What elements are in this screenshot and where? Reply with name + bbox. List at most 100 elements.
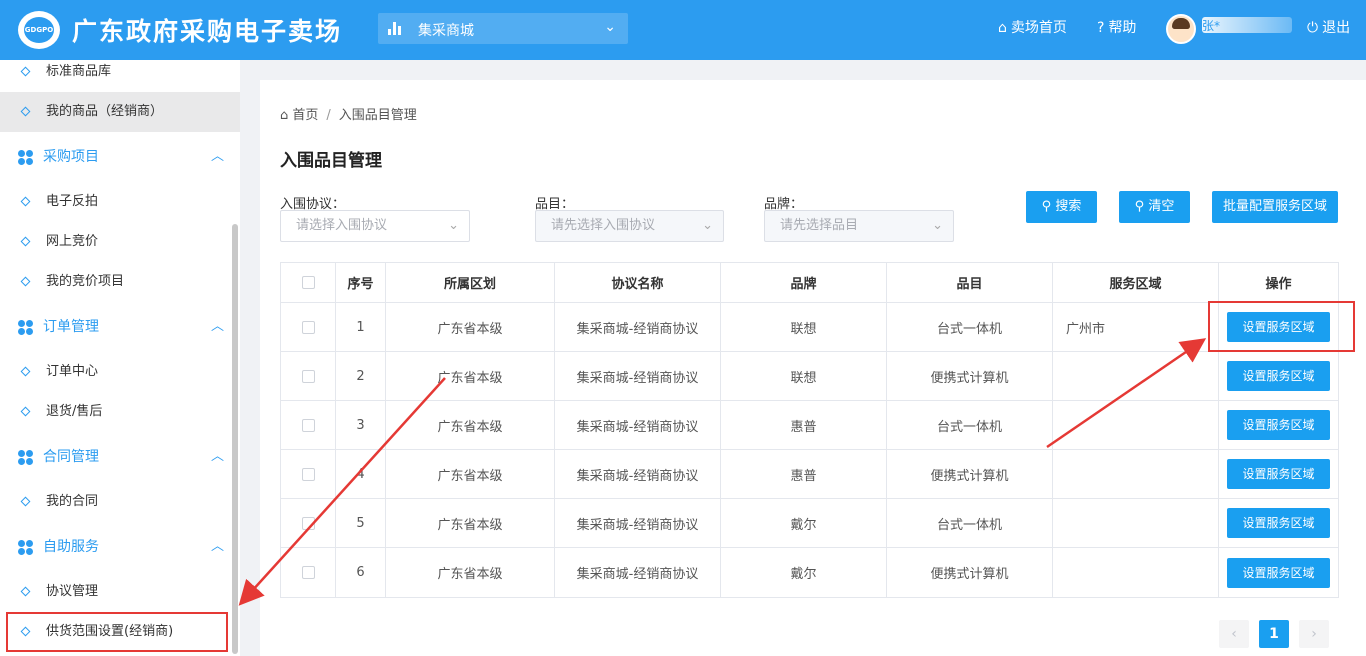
row-checkbox[interactable] — [301, 516, 315, 530]
row-checkbox[interactable] — [301, 320, 315, 334]
sidebar-item-label: 协议管理 — [46, 584, 99, 599]
sidebar-group-self-service[interactable]: 自助服务 ︿ — [0, 527, 240, 567]
category-select[interactable]: 请先选择入围协议 ⌄ — [535, 210, 724, 242]
table-cell-service — [1053, 401, 1219, 449]
mall-select[interactable]: 集采商城 ⌄ — [378, 13, 628, 44]
sidebar-item-order-center[interactable]: 订单中心 — [0, 352, 240, 392]
table-cell-category: 便携式计算机 — [887, 548, 1053, 597]
search-button[interactable]: ⚲ 搜索 — [1026, 191, 1097, 223]
table-cell-category: 便携式计算机 — [887, 352, 1053, 400]
set-service-area-button[interactable]: 设置服务区域 — [1227, 557, 1330, 588]
table-row: 5 广东省本级 集采商城-经销商协议 戴尔 台式一体机 设置服务区域 — [281, 499, 1338, 548]
diamond-icon — [20, 626, 31, 637]
help-icon: ? — [1097, 20, 1105, 36]
sidebar-item-label: 订单中心 — [46, 364, 99, 379]
table-cell-region: 广东省本级 — [386, 401, 555, 449]
clover-icon — [18, 450, 34, 466]
row-checkbox[interactable] — [301, 566, 315, 579]
breadcrumb: ⌂ 首页 / 入围品目管理 — [280, 104, 417, 123]
chevron-down-icon: ⌄ — [604, 19, 616, 35]
prev-page-button[interactable]: ‹ — [1219, 620, 1249, 648]
home-icon: ⌂ — [998, 20, 1007, 36]
diamond-icon — [20, 406, 31, 417]
sidebar-group-label: 合同管理 — [43, 449, 99, 465]
sidebar-item-label: 网上竞价 — [46, 234, 99, 249]
row-checkbox[interactable] — [301, 418, 315, 432]
row-checkbox[interactable] — [301, 369, 315, 383]
table-header: 操作 — [1265, 277, 1292, 292]
set-service-area-button[interactable]: 设置服务区域 — [1227, 459, 1330, 489]
table-body: 1 广东省本级 集采商城-经销商协议 联想 台式一体机 广州市 设置服务区域 2 广东省本级 集采… — [281, 303, 1338, 597]
home-link[interactable]: ⌂ 卖场首页 — [998, 17, 1067, 37]
set-service-area-button[interactable]: 设置服务区域 — [1227, 410, 1330, 440]
help-link[interactable]: ? 帮助 — [1097, 17, 1136, 37]
sidebar-item-my-contract[interactable]: 我的合同 — [0, 482, 240, 522]
table-cell-category: 台式一体机 — [887, 303, 1053, 351]
table-row: 3 广东省本级 集采商城-经销商协议 惠普 台式一体机 设置服务区域 — [281, 401, 1338, 450]
sidebar-group-purchase[interactable]: 采购项目 ︿ — [0, 137, 240, 177]
table-header-row: 序号 所属区划 协议名称 品牌 品目 服务区域 操作 — [281, 263, 1338, 303]
power-icon: ⏻ — [1307, 20, 1319, 36]
bar-chart-icon — [388, 22, 402, 35]
table-cell-agreement: 集采商城-经销商协议 — [555, 303, 721, 351]
sidebar-item-standard[interactable]: 标准商品库 — [0, 60, 240, 92]
set-service-area-button[interactable]: 设置服务区域 — [1227, 508, 1330, 538]
sidebar-item-online-bid[interactable]: 网上竞价 — [0, 222, 240, 262]
sidebar-scrollbar[interactable] — [232, 224, 238, 654]
table-header: 所属区划 — [386, 263, 555, 302]
row-checkbox-cell — [281, 499, 336, 547]
table-cell-no: 1 — [336, 303, 386, 351]
home-label: 卖场首页 — [1010, 20, 1067, 36]
sidebar-item-label: 我的竞价项目 — [46, 274, 125, 289]
site-title: 广东政府采购电子卖场 — [72, 17, 343, 46]
username[interactable]: 张* — [1202, 17, 1292, 33]
search-icon: ⚲ — [1041, 199, 1056, 214]
action-cell: 设置服务区域 — [1219, 548, 1338, 597]
page-title: 入围品目管理 — [280, 151, 382, 171]
sidebar-item-my-goods[interactable]: 我的商品（经销商） — [0, 92, 240, 132]
table-cell-region: 广东省本级 — [386, 303, 555, 351]
table-header: 服务区域 — [1053, 263, 1219, 302]
clear-button[interactable]: ⚲ 清空 — [1119, 191, 1190, 223]
logout-button[interactable]: ⏻ 退出 — [1307, 17, 1350, 37]
logo[interactable]: GDGPO — [18, 11, 60, 49]
next-page-button[interactable]: › — [1299, 620, 1329, 648]
diamond-icon — [20, 366, 31, 377]
avatar[interactable] — [1166, 14, 1196, 44]
sidebar-group-label: 自助服务 — [43, 539, 99, 555]
table-cell-region: 广东省本级 — [386, 499, 555, 547]
diamond-icon — [20, 106, 31, 117]
header-checkbox-cell — [281, 263, 336, 302]
table-cell-category: 台式一体机 — [887, 499, 1053, 547]
table-cell-region: 广东省本级 — [386, 450, 555, 498]
select-all-checkbox[interactable] — [301, 276, 315, 289]
table-cell-service — [1053, 450, 1219, 498]
brand-select[interactable]: 请先选择品目 ⌄ — [764, 210, 954, 242]
set-service-area-button[interactable]: 设置服务区域 — [1227, 361, 1330, 391]
sidebar-item-return[interactable]: 退货/售后 — [0, 392, 240, 432]
sidebar-item-reverse-auction[interactable]: 电子反拍 — [0, 182, 240, 222]
page-1-button[interactable]: 1 — [1259, 620, 1289, 648]
agreement-select[interactable]: 请选择入围协议 ⌄ — [280, 210, 470, 242]
sidebar-group-orders[interactable]: 订单管理 ︿ — [0, 307, 240, 347]
search-icon: ⚲ — [1134, 199, 1149, 214]
table-cell-category: 台式一体机 — [887, 401, 1053, 449]
table-cell-agreement: 集采商城-经销商协议 — [555, 401, 721, 449]
table-header: 品牌 — [721, 263, 887, 302]
table-cell-brand: 戴尔 — [721, 548, 887, 597]
diamond-icon — [20, 196, 31, 207]
table-cell-brand: 惠普 — [721, 450, 887, 498]
table-row: 2 广东省本级 集采商城-经销商协议 联想 便携式计算机 设置服务区域 — [281, 352, 1338, 401]
sidebar: 标准商品库 我的商品（经销商） 采购项目 ︿ 电子反拍 网上竞价 我的竞价项目 … — [0, 60, 240, 656]
sidebar-group-contract[interactable]: 合同管理 ︿ — [0, 437, 240, 477]
diamond-icon — [20, 276, 31, 287]
sidebar-item-agreement[interactable]: 协议管理 — [0, 572, 240, 612]
table-cell-service — [1053, 499, 1219, 547]
sidebar-item-my-bid[interactable]: 我的竞价项目 — [0, 262, 240, 302]
row-checkbox[interactable] — [301, 467, 315, 481]
batch-config-button[interactable]: 批量配置服务区域 — [1212, 191, 1338, 223]
breadcrumb-home[interactable]: 首页 — [292, 108, 318, 123]
table-row: 6 广东省本级 集采商城-经销商协议 戴尔 便携式计算机 设置服务区域 — [281, 548, 1338, 597]
sidebar-item-supply-scope[interactable]: 供货范围设置(经销商) — [6, 612, 228, 652]
category-placeholder: 请先选择入围协议 — [551, 218, 656, 233]
